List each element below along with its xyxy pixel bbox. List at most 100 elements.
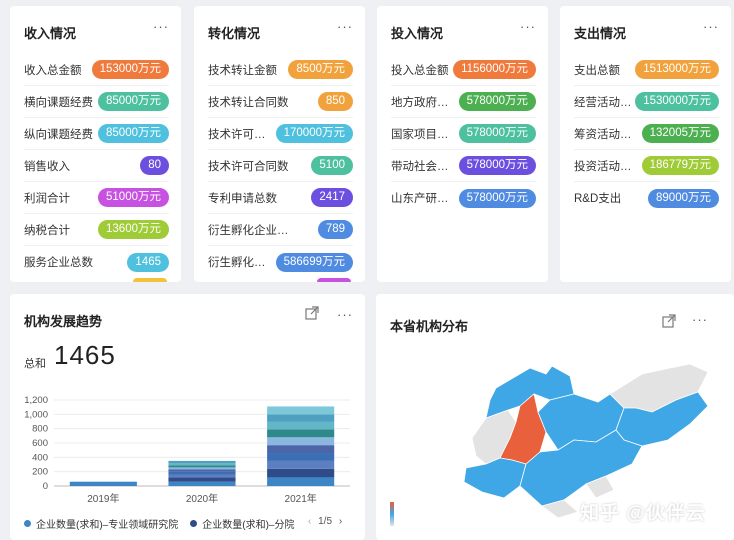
bar-segment[interactable] — [168, 474, 236, 478]
kpi-list: 收入总金额 153000万元 横向课题经费 85000万元 纵向课题经费 85000万元销… — [24, 54, 169, 278]
share-icon[interactable] — [662, 314, 676, 328]
kpi-value-badge: 850 — [317, 92, 353, 111]
y-tick-label: 600 — [32, 438, 48, 449]
kpi-label: 带动社会投资 — [391, 160, 459, 173]
kpi-label: 支出总额 — [574, 64, 620, 77]
legend-item-2[interactable]: 企业数量(求和)–分院 — [202, 516, 294, 531]
kpi-card-2: 转化情况 ··· 技术转让金额 8500万元 技术转让合同数 850 技术许可金额 17000… — [194, 6, 365, 282]
more-icon[interactable]: ··· — [337, 19, 353, 34]
shandong-map — [463, 363, 709, 519]
bar-segment[interactable] — [267, 437, 335, 446]
kpi-value-badge: 153000万元 — [91, 60, 169, 79]
kpi-row: 衍生孵化企业总数 789 — [208, 214, 353, 246]
kpi-label: 衍生孵化企业总数 — [208, 224, 292, 237]
scroll-overflow-indicator — [133, 278, 167, 282]
bar-segment[interactable] — [267, 421, 335, 430]
map-region-south-west[interactable] — [463, 457, 527, 499]
pager-prev-icon[interactable]: ‹ — [308, 516, 311, 527]
kpi-value-badge: 170000万元 — [275, 124, 353, 143]
bar-segment[interactable] — [168, 481, 236, 486]
map-legend — [390, 502, 394, 526]
more-icon[interactable]: ··· — [703, 19, 719, 34]
kpi-value-badge: 85000万元 — [98, 92, 169, 111]
kpi-card-1: 收入情况 ··· 收入总金额 153000万元 横向课题经费 85000万元 纵向课题经费 8… — [10, 6, 181, 282]
bar-segment[interactable] — [168, 465, 236, 468]
bar-segment[interactable] — [168, 460, 236, 464]
bar-segment[interactable] — [168, 471, 236, 475]
more-icon[interactable]: ··· — [337, 307, 353, 322]
more-icon[interactable]: ··· — [153, 19, 169, 34]
watermark: 知乎 @伙伴云 — [580, 503, 706, 524]
kpi-row: 专利申请总数 2417 — [208, 182, 353, 214]
kpi-value-badge: 578000万元 — [458, 156, 536, 175]
kpi-row: 收入总金额 153000万元 — [24, 54, 169, 86]
kpi-label: 筹资活动支出 — [574, 128, 642, 141]
bar-segment[interactable] — [168, 467, 236, 470]
kpi-value-badge: 80 — [140, 156, 169, 175]
kpi-card-title: 收入情况 — [24, 26, 77, 41]
y-tick-label: 200 — [32, 467, 48, 478]
kpi-label: 纵向课题经费 — [24, 128, 93, 141]
kpi-row: 筹资活动支出 132005万元 — [574, 118, 719, 150]
kpi-value-badge: 51000万元 — [98, 188, 169, 207]
kpi-value-badge: 586699万元 — [275, 252, 353, 272]
bar-segment[interactable] — [267, 414, 335, 422]
kpi-label: R&D支出 — [574, 193, 622, 205]
kpi-value-badge: 2417 — [311, 188, 353, 207]
kpi-row: 带动社会投资 578000万元 — [391, 150, 536, 182]
kpi-label: 投资活动支出 — [574, 160, 642, 173]
kpi-value-badge: 1465 — [127, 252, 169, 272]
y-tick-label: 800 — [32, 424, 48, 435]
scroll-overflow-indicator — [317, 278, 351, 282]
bar-segment[interactable] — [267, 406, 335, 415]
kpi-label: 技术许可合同数 — [208, 160, 289, 173]
kpi-label: 技术转让合同数 — [208, 96, 289, 109]
bar-segment[interactable] — [168, 463, 236, 466]
kpi-row: 销售收入 80 — [24, 150, 169, 182]
legend-item-1[interactable]: 企业数量(求和)–专业领域研究院 — [36, 516, 178, 531]
legend-dot-1 — [24, 520, 31, 527]
kpi-card-4: 支出情况 ··· 支出总额 1513000万元经营活动支出1530000万元筹资活动支… — [560, 6, 731, 282]
legend-dot-2 — [190, 520, 198, 527]
kpi-value-badge: 132005万元 — [641, 124, 719, 143]
kpi-row: 技术转让金额 8500万元 — [208, 54, 353, 86]
y-tick-label: 1,000 — [24, 409, 48, 420]
trend-legend: 企业数量(求和)–专业领域研究院 企业数量(求和)–分院 — [24, 516, 294, 531]
share-icon[interactable] — [305, 306, 319, 320]
bar-segment[interactable] — [267, 477, 335, 486]
x-tick-label: 2021年 — [285, 492, 317, 505]
kpi-label: 山东产研院投入 — [391, 193, 459, 205]
pager-next-icon[interactable]: › — [339, 516, 342, 527]
kpi-value-badge: 5100 — [311, 156, 353, 175]
kpi-label: 地方政府投入 — [391, 96, 459, 109]
kpi-value-badge: 89000万元 — [648, 188, 719, 208]
sum-label: 总和 — [24, 358, 46, 370]
kpi-label: 收入总金额 — [24, 64, 82, 77]
kpi-row: 纳税合计 13600万元 — [24, 214, 169, 246]
kpi-list: 技术转让金额 8500万元技术转让合同数 850 技术许可金额 170000万元技术许可… — [208, 54, 353, 278]
bar-segment[interactable] — [267, 445, 335, 454]
bar-segment[interactable] — [267, 429, 335, 438]
y-tick-label: 0 — [43, 481, 48, 492]
kpi-value-badge: 578000万元 — [458, 92, 536, 111]
bar-segment[interactable] — [267, 453, 335, 461]
more-icon[interactable]: ··· — [692, 312, 708, 327]
bar-segment[interactable] — [267, 460, 335, 469]
bar-segment[interactable] — [168, 477, 236, 482]
kpi-value-badge: 578000万元 — [458, 188, 536, 208]
kpi-value-badge: 85000万元 — [98, 124, 169, 143]
kpi-label: 经营活动支出 — [574, 96, 635, 109]
bar-segment[interactable] — [69, 481, 137, 486]
kpi-row: 支出总额 1513000万元 — [574, 54, 719, 86]
kpi-label: 服务企业总数 — [24, 257, 93, 269]
more-icon[interactable]: ··· — [520, 19, 536, 34]
trend-title: 机构发展趋势 — [24, 314, 103, 329]
bar-segment[interactable] — [267, 468, 335, 478]
bar-segment[interactable] — [168, 469, 236, 472]
kpi-label: 技术转让金额 — [208, 64, 277, 77]
kpi-label: 技术许可金额 — [208, 128, 276, 141]
kpi-row: 山东产研院投入578000万元 — [391, 182, 536, 214]
kpi-value-badge: 13600万元 — [98, 220, 169, 239]
kpi-list: 投入总金额 1156000万元 地方政府投入 578000万元 国家项目投入 578000… — [391, 54, 536, 214]
kpi-card-3: 投入情况 ··· 投入总金额 1156000万元 地方政府投入 578000万元 国家项目投… — [377, 6, 548, 282]
